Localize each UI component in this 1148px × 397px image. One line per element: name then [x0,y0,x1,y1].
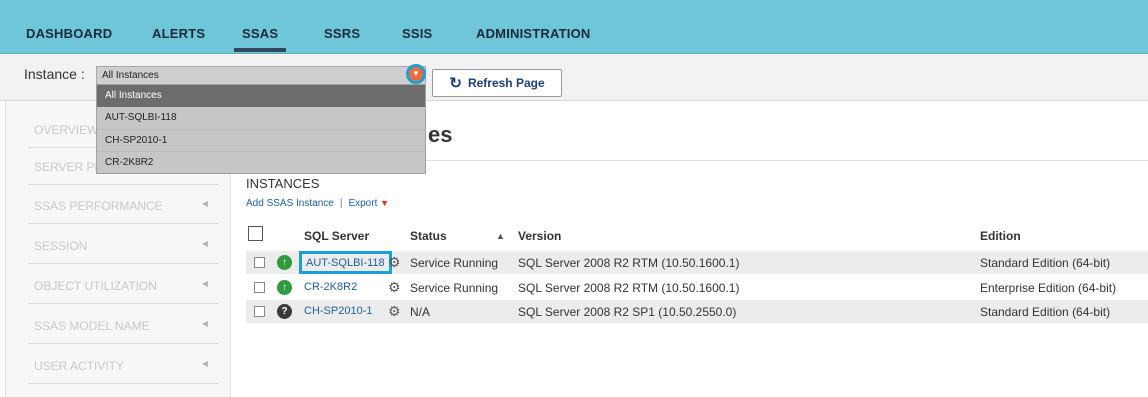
gear-icon[interactable]: ⚙ [388,279,401,296]
status-text: Service Running [410,281,499,295]
table-actions: Add SSAS Instance | Export ▼ [246,198,389,209]
sidebar-item-label: SSAS PERFORMANCE [34,199,163,213]
sidebar-item-label: SSAS MODEL NAME [34,319,150,333]
tab-ssas[interactable]: SSAS [233,26,287,52]
edition-text: Standard Edition (64-bit) [980,305,1111,319]
sidebar-item-user-activity[interactable]: USER ACTIVITY ◀ [28,347,218,384]
page-title: es [428,122,453,147]
server-link[interactable]: CR-2K8R2 [304,281,357,293]
instance-label: Instance : [24,66,85,82]
refresh-icon: ↻ [449,75,462,92]
tab-dashboard[interactable]: DASHBOARD [26,26,112,41]
status-text: N/A [410,305,431,319]
sidebar-item-label: OVERVIEW [34,123,99,137]
question-icon: ? [277,304,292,319]
export-link[interactable]: Export [348,198,377,209]
edition-text: Enterprise Edition (64-bit) [980,281,1117,295]
tab-ssis[interactable]: SSIS [402,26,432,41]
chevron-left-icon: ◀ [201,239,208,248]
dropdown-option[interactable]: AUT-SQLBI-118 [97,107,425,129]
refresh-page-label: Refresh Page [467,76,545,90]
table-row: ? CH-SP2010-1 ⚙ N/A SQL Server 2008 R2 S… [246,300,1148,323]
arrow-up-icon: ↑ [277,255,292,270]
caret-down-icon[interactable]: ▼ [380,198,389,208]
top-nav: DASHBOARD ALERTS SSAS SSRS SSIS ADMINIST… [0,0,1148,54]
chevron-down-icon: ▼ [412,69,420,78]
section-title: INSTANCES [246,176,320,191]
tab-ssrs[interactable]: SSRS [324,26,360,41]
separator: | [339,198,343,209]
version-text: SQL Server 2008 R2 RTM (10.50.1600.1) [518,281,740,295]
tab-alerts[interactable]: ALERTS [152,26,205,41]
status-text: Service Running [410,256,499,270]
chevron-left-icon: ◀ [201,359,208,368]
select-all-checkbox[interactable] [248,226,263,241]
row-checkbox[interactable] [254,282,265,293]
sidebar-item-ssas-model-name[interactable]: SSAS MODEL NAME ◀ [28,307,218,344]
server-link[interactable]: CH-SP2010-1 [304,305,372,317]
sidebar-item-label: USER ACTIVITY [34,359,125,373]
instance-dropdown-list: All Instances AUT-SQLBI-118 CH-SP2010-1 … [96,84,426,174]
server-link[interactable]: AUT-SQLBI-118 [299,251,392,274]
dropdown-option[interactable]: CR-2K8R2 [97,151,425,173]
column-header-edition[interactable]: Edition [980,229,1021,243]
sidebar-item-ssas-performance[interactable]: SSAS PERFORMANCE ◀ [28,187,218,224]
row-checkbox[interactable] [254,257,265,268]
gear-icon[interactable]: ⚙ [388,303,401,320]
chevron-left-icon: ◀ [201,199,208,208]
arrow-up-icon: ↑ [277,280,292,295]
column-header-version[interactable]: Version [518,229,561,243]
sidebar-item-session[interactable]: SESSION ◀ [28,227,218,264]
chevron-left-icon: ◀ [201,279,208,288]
refresh-page-button[interactable]: ↻ Refresh Page [432,69,562,97]
sidebar-item-label: OBJECT UTILIZATION [34,279,157,293]
version-text: SQL Server 2008 R2 RTM (10.50.1600.1) [518,256,740,270]
column-header-sql-server[interactable]: SQL Server [304,229,369,243]
edition-text: Standard Edition (64-bit) [980,256,1111,270]
tab-administration[interactable]: ADMINISTRATION [476,26,591,41]
table-row: ↑ CR-2K8R2 ⚙ Service Running SQL Server … [246,276,1148,299]
dropdown-option[interactable]: CH-SP2010-1 [97,129,425,151]
dropdown-toggle-button[interactable]: ▼ [406,64,426,84]
sidebar-item-label: SESSION [34,239,88,253]
dropdown-option[interactable]: All Instances [97,85,425,107]
table-row: ↑ AUT-SQLBI-118 ⚙ Service Running SQL Se… [246,251,1148,274]
chevron-left-icon: ◀ [201,319,208,328]
sort-asc-icon: ▲ [496,231,505,241]
version-text: SQL Server 2008 R2 SP1 (10.50.2550.0) [518,305,737,319]
sidebar-item-object-utilization[interactable]: OBJECT UTILIZATION ◀ [28,267,218,304]
column-header-status[interactable]: Status [410,229,447,243]
gear-icon[interactable]: ⚙ [388,254,401,271]
add-ssas-instance-link[interactable]: Add SSAS Instance [246,198,334,209]
row-checkbox[interactable] [254,306,265,317]
